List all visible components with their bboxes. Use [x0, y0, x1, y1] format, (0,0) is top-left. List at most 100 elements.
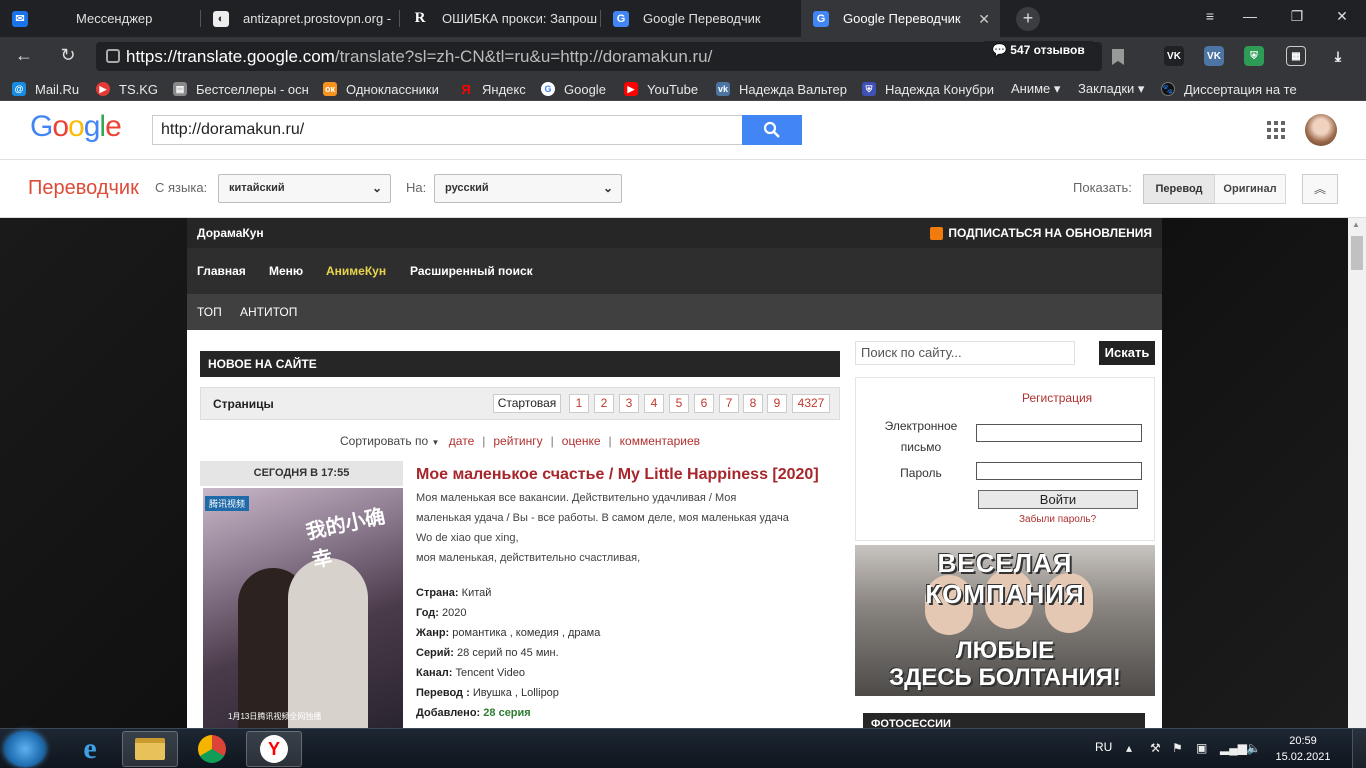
close-window-icon[interactable]: ✕	[1332, 8, 1352, 25]
meta-value[interactable]: Ивушка , Lollipop	[473, 687, 559, 699]
back-arrow-icon[interactable]: ←	[12, 45, 36, 66]
network-signal-icon[interactable]: ▂▄▆	[1220, 741, 1247, 755]
bookmark-google[interactable]: G Google	[541, 80, 621, 98]
bookmark-tskg[interactable]: ▶ TS.KG	[96, 80, 176, 98]
google-translate-icon: G	[613, 10, 629, 27]
to-language-select[interactable]: русский ⌄	[434, 174, 622, 203]
page-link[interactable]: 6	[694, 394, 714, 413]
page-link-last[interactable]: 4327	[792, 394, 830, 413]
tab-proxy-error[interactable]: R ОШИБКА прокси: Запрош	[400, 0, 600, 37]
page-link[interactable]: 1	[569, 394, 589, 413]
taskbar-chrome[interactable]	[184, 731, 240, 767]
sort-by-comments[interactable]: комментариев	[620, 434, 700, 448]
tray-flag-icon[interactable]: ⚑	[1172, 741, 1183, 755]
nav-advanced-search[interactable]: Расширенный поиск	[410, 264, 533, 278]
tray-expand-icon[interactable]: ▴	[1126, 741, 1132, 755]
email-field[interactable]	[976, 424, 1142, 442]
caret-down-icon[interactable]: ▼	[432, 438, 440, 447]
page-link[interactable]: 2	[594, 394, 614, 413]
nav-animekun[interactable]: АнимеКун	[326, 264, 386, 278]
taskbar-explorer[interactable]	[122, 731, 178, 767]
show-translation-button[interactable]: Перевод	[1143, 174, 1215, 204]
translate-title[interactable]: Переводчик	[28, 177, 139, 200]
register-link[interactable]: Регистрация	[1022, 391, 1092, 405]
nav-antitop[interactable]: АНТИТОП	[240, 305, 297, 319]
page-link[interactable]: 8	[743, 394, 763, 413]
site-search-input[interactable]: Поиск по сайту...	[855, 341, 1075, 365]
scrollbar-thumb[interactable]	[1351, 236, 1363, 270]
new-tab-button[interactable]: +	[1016, 7, 1040, 31]
tab-messenger[interactable]: ✉ Мессенджер	[0, 0, 200, 37]
windows-start-icon[interactable]	[4, 731, 46, 767]
forgot-password-link[interactable]: Забыли пароль?	[1019, 514, 1096, 525]
bookmark-konubri[interactable]: ⛨ Надежда Конубри	[862, 80, 996, 98]
bookmark-odnoklassniki[interactable]: ок Одноклассники	[323, 80, 453, 98]
sort-by-rating[interactable]: рейтингу	[493, 434, 542, 448]
sort-by-date[interactable]: дате	[449, 434, 474, 448]
tab-google-translate-active[interactable]: G Google Переводчик ✕	[801, 0, 1000, 37]
volume-icon[interactable]: 🔈	[1246, 741, 1261, 755]
page-link[interactable]: 9	[767, 394, 787, 413]
bookmark-youtube[interactable]: ▶ YouTube	[624, 80, 714, 98]
subscribe-link[interactable]: ПОДПИСАТЬСЯ НА ОБНОВЛЕНИЯ	[930, 226, 1152, 240]
close-icon[interactable]: ✕	[978, 11, 990, 28]
post-title-link[interactable]: Мое маленькое счастье / My Little Happin…	[416, 466, 841, 484]
shield-extension-icon[interactable]: ⛨	[1244, 46, 1264, 66]
page-link[interactable]: 4	[644, 394, 664, 413]
tray-device-icon[interactable]: ▣	[1196, 741, 1207, 755]
sort-by-score[interactable]: оценке	[562, 434, 601, 448]
taskbar-internet-explorer[interactable]: e	[62, 731, 118, 767]
page-link[interactable]: 5	[669, 394, 689, 413]
bookmark-dissertation[interactable]: 🐾 Диссертация на те	[1161, 80, 1297, 98]
site-search-button[interactable]: Искать	[1099, 341, 1155, 365]
taskbar-yandex-browser[interactable]: Y	[246, 731, 302, 767]
restore-icon[interactable]: ❐	[1287, 8, 1307, 25]
page-link-start[interactable]: Стартовая	[493, 394, 561, 413]
show-desktop-button[interactable]	[1352, 729, 1366, 768]
bookmark-folder-anime[interactable]: Аниме ▾	[1011, 80, 1071, 98]
nav-home[interactable]: Главная	[197, 264, 246, 278]
menu-icon[interactable]: ≡	[1200, 8, 1220, 24]
bookmark-yandex[interactable]: Я Яндекс	[459, 80, 539, 98]
scroll-up-icon[interactable]: ▲	[1352, 220, 1360, 229]
url-field[interactable]: https://translate.google.com/translate?s…	[96, 42, 1102, 71]
login-button[interactable]: Войти	[978, 490, 1138, 509]
post-poster-image[interactable]: 腾讯视频 我的小确幸 1月13日腾讯视频全网独播	[203, 488, 403, 728]
page-link[interactable]: 7	[719, 394, 739, 413]
nav-menu[interactable]: Меню	[269, 264, 303, 278]
page-scrollbar[interactable]	[1348, 218, 1366, 728]
nav-top[interactable]: ТОП	[197, 305, 222, 319]
tab-antizapret[interactable]: ◐ antizapret.prostovpn.org -	[201, 0, 399, 37]
tab-google-translate[interactable]: G Google Переводчик	[601, 0, 800, 37]
site-brand[interactable]: ДорамаКун	[197, 226, 264, 240]
page-link[interactable]: 3	[619, 394, 639, 413]
download-icon[interactable]: ⤓	[1328, 46, 1348, 66]
bookmark-bestsellers[interactable]: ▤ Бестселлеры - осн	[173, 80, 309, 98]
translate-toolbar: Переводчик С языка: китайский ⌄ На: русск…	[0, 160, 1366, 218]
vk-extension-icon[interactable]: VK	[1164, 46, 1184, 66]
reload-icon[interactable]: ↻	[56, 45, 80, 66]
vk-blue-extension-icon[interactable]: VK	[1204, 46, 1224, 66]
bookmark-icon[interactable]	[1112, 49, 1124, 65]
from-language-select[interactable]: китайский ⌄	[218, 174, 391, 203]
bookmark-vk-valter[interactable]: vk Надежда Вальтер	[716, 80, 856, 98]
reviews-badge[interactable]: 💬 547 отзывов	[984, 41, 1093, 59]
chat-banner[interactable]: ВЕСЕЛАЯ КОМПАНИЯ ЛЮБЫЕ ЗДЕСЬ БОЛТАНИЯ!	[855, 545, 1155, 696]
minimize-icon[interactable]: —	[1240, 8, 1260, 24]
password-field[interactable]	[976, 462, 1142, 480]
collections-icon[interactable]: ▦	[1286, 46, 1306, 66]
language-indicator[interactable]: RU	[1095, 740, 1112, 754]
apps-grid-icon[interactable]	[1267, 121, 1285, 139]
collapse-button[interactable]: ︽	[1302, 174, 1338, 204]
bookmark-folder-bookmarks[interactable]: Закладки ▾	[1078, 80, 1152, 98]
lock-icon[interactable]	[106, 49, 120, 63]
google-logo[interactable]: Google	[30, 110, 122, 144]
tray-tool-icon[interactable]: ⚒	[1150, 741, 1161, 755]
system-clock[interactable]: 20:59 15.02.2021	[1270, 733, 1336, 765]
google-search-input[interactable]: http://doramakun.ru/	[152, 115, 743, 145]
search-button[interactable]	[742, 115, 802, 145]
from-language-value: китайский	[229, 182, 285, 194]
avatar[interactable]	[1305, 114, 1337, 146]
meta-value[interactable]: романтика , комедия , драма	[452, 627, 600, 639]
show-original-button[interactable]: Оригинал	[1214, 174, 1286, 204]
